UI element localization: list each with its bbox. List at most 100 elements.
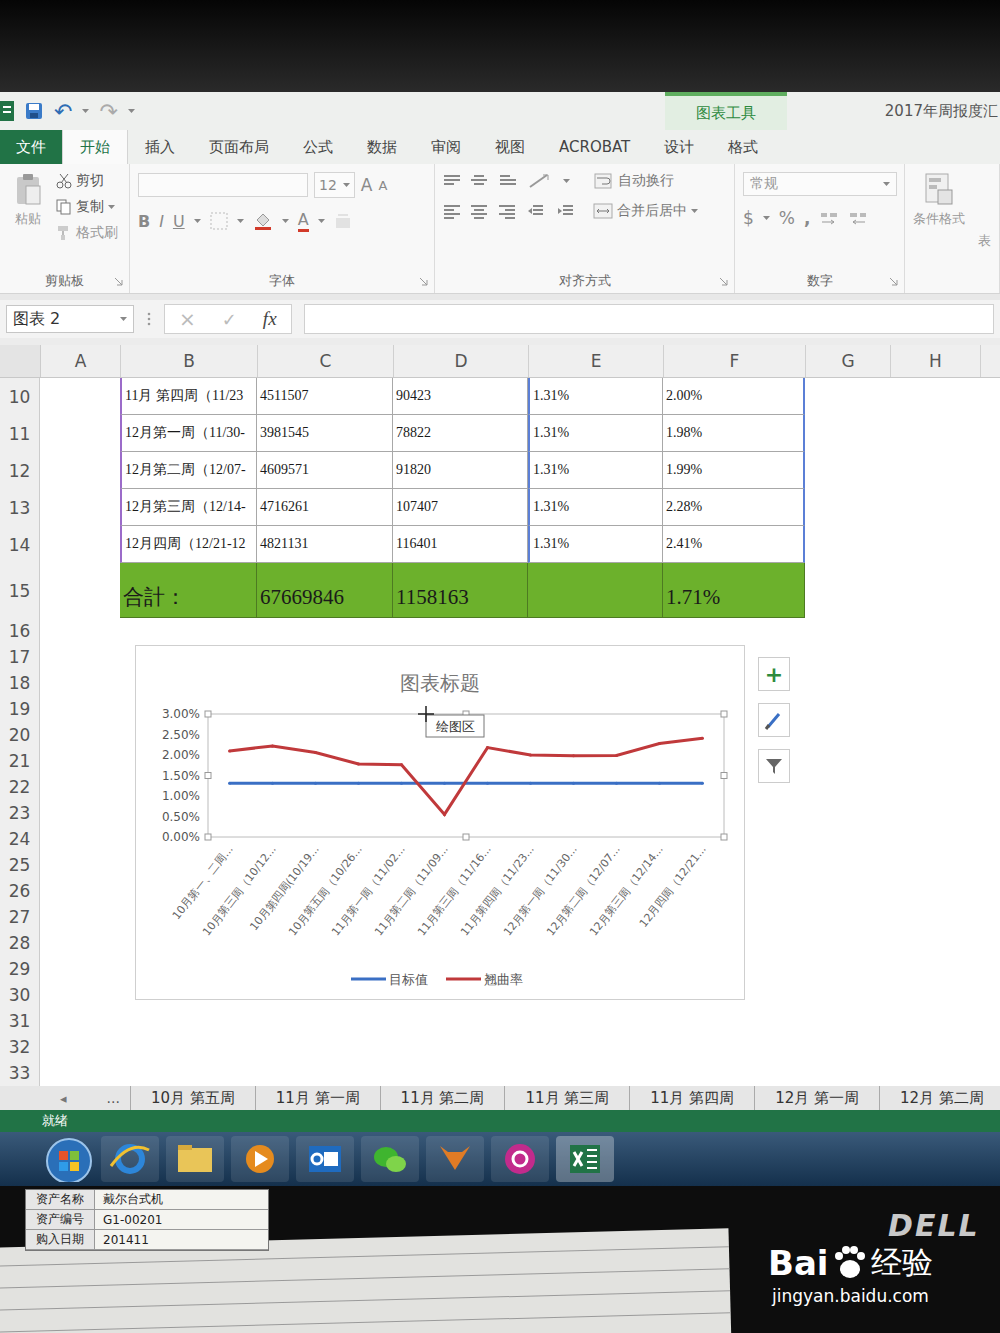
row-header[interactable]: 22 bbox=[0, 774, 40, 800]
cell[interactable]: 12月四周（12/21-12 bbox=[120, 526, 257, 563]
sheet-tab[interactable]: 11月 第三周 bbox=[504, 1086, 629, 1110]
cell[interactable] bbox=[805, 452, 890, 489]
percent-button[interactable]: % bbox=[779, 208, 795, 228]
data-point[interactable] bbox=[271, 782, 274, 785]
row-header[interactable]: 16 bbox=[0, 618, 40, 644]
row-header[interactable]: 13 bbox=[0, 489, 40, 526]
ribbon-tab[interactable]: 格式 bbox=[711, 130, 775, 164]
dropdown-arrow-icon[interactable] bbox=[563, 179, 570, 184]
row-header[interactable]: 26 bbox=[0, 878, 40, 904]
dialog-launcher-icon[interactable] bbox=[114, 277, 123, 286]
resize-handle[interactable] bbox=[721, 834, 727, 840]
cell[interactable] bbox=[40, 526, 120, 563]
chart-elements-button[interactable]: + bbox=[758, 657, 790, 691]
shrink-font-button[interactable]: A bbox=[378, 178, 387, 193]
taskbar-button[interactable] bbox=[166, 1136, 224, 1182]
save-icon[interactable] bbox=[24, 101, 44, 121]
chart-styles-button[interactable] bbox=[758, 703, 790, 737]
row-header[interactable]: 32 bbox=[0, 1034, 40, 1060]
data-point[interactable] bbox=[572, 782, 575, 785]
data-point[interactable] bbox=[443, 782, 446, 785]
row-header[interactable]: 25 bbox=[0, 852, 40, 878]
phonetic-icon[interactable] bbox=[334, 212, 352, 230]
row-header[interactable]: 17 bbox=[0, 644, 40, 670]
cell[interactable]: 2.28% bbox=[663, 489, 805, 526]
plot-area[interactable] bbox=[208, 714, 724, 837]
data-point[interactable] bbox=[357, 782, 360, 785]
data-point[interactable] bbox=[615, 754, 618, 757]
column-header[interactable]: C bbox=[258, 345, 394, 377]
dropdown-arrow-icon[interactable] bbox=[691, 209, 698, 214]
comma-button[interactable]: , bbox=[804, 208, 810, 228]
ribbon-tab[interactable]: 开始 bbox=[62, 130, 128, 164]
resize-handle[interactable] bbox=[205, 834, 211, 840]
cell[interactable] bbox=[805, 378, 890, 415]
increase-decimal-icon[interactable] bbox=[819, 210, 839, 226]
decrease-decimal-icon[interactable] bbox=[848, 210, 868, 226]
data-point[interactable] bbox=[615, 782, 618, 785]
resize-handle[interactable] bbox=[205, 773, 211, 779]
sheet-tab[interactable]: 11月 第二周 bbox=[380, 1086, 505, 1110]
cell[interactable]: 1.99% bbox=[663, 452, 805, 489]
cell[interactable]: 116401 bbox=[393, 526, 528, 563]
dropdown-arrow-icon[interactable] bbox=[120, 317, 127, 322]
column-header[interactable]: G bbox=[806, 345, 891, 377]
cell[interactable]: 1.31% bbox=[528, 378, 663, 415]
cell[interactable]: 107407 bbox=[393, 489, 528, 526]
cell[interactable]: 4511507 bbox=[257, 378, 393, 415]
dropdown-arrow-icon[interactable] bbox=[318, 219, 325, 224]
cell[interactable]: 1.31% bbox=[528, 489, 663, 526]
cell[interactable] bbox=[890, 489, 980, 526]
data-point[interactable] bbox=[400, 782, 403, 785]
conditional-format-button[interactable]: 条件格式 bbox=[913, 172, 965, 228]
cell[interactable]: 12月第三周（12/14- bbox=[120, 489, 257, 526]
dropdown-arrow-icon[interactable] bbox=[108, 205, 115, 210]
dropdown-arrow-icon[interactable] bbox=[282, 219, 289, 224]
cell[interactable]: 1.98% bbox=[663, 415, 805, 452]
cell[interactable]: 4716261 bbox=[257, 489, 393, 526]
select-all-corner[interactable] bbox=[0, 345, 41, 377]
ribbon-tab[interactable]: 公式 bbox=[286, 130, 350, 164]
orientation-icon[interactable] bbox=[527, 172, 553, 190]
align-bottom-icon[interactable] bbox=[499, 173, 517, 189]
row-header[interactable]: 10 bbox=[0, 378, 40, 415]
dropdown-arrow-icon[interactable] bbox=[763, 216, 770, 221]
bold-button[interactable]: B bbox=[138, 212, 150, 231]
cell[interactable] bbox=[40, 452, 120, 489]
cell[interactable] bbox=[890, 526, 980, 563]
data-point[interactable] bbox=[701, 782, 704, 785]
column-header[interactable]: F bbox=[664, 345, 806, 377]
cell[interactable] bbox=[40, 563, 120, 618]
taskbar-button[interactable] bbox=[491, 1136, 549, 1182]
data-point[interactable] bbox=[228, 782, 231, 785]
dropdown-arrow-icon[interactable] bbox=[194, 219, 201, 224]
cell[interactable]: 1.31% bbox=[528, 526, 663, 563]
cell[interactable]: 12月第二周（12/07- bbox=[120, 452, 257, 489]
sheet-tab[interactable]: 12月 第二周 bbox=[879, 1086, 1000, 1110]
cell[interactable]: 90423 bbox=[393, 378, 528, 415]
cell[interactable]: 1.31% bbox=[528, 452, 663, 489]
cell[interactable]: 2.00% bbox=[663, 378, 805, 415]
taskbar-button[interactable] bbox=[296, 1136, 354, 1182]
row-header[interactable]: 19 bbox=[0, 696, 40, 722]
insert-function-button[interactable]: fx bbox=[263, 308, 277, 330]
cell[interactable] bbox=[805, 489, 890, 526]
align-middle-icon[interactable] bbox=[471, 173, 489, 189]
cell[interactable]: 12月第一周（11/30- bbox=[120, 415, 257, 452]
fill-color-icon[interactable] bbox=[253, 211, 273, 231]
row-header[interactable]: 33 bbox=[0, 1060, 40, 1086]
dropdown-arrow-icon[interactable] bbox=[883, 182, 890, 187]
formula-input[interactable] bbox=[304, 304, 994, 334]
cell[interactable] bbox=[805, 415, 890, 452]
cell[interactable]: 11月 第四周（11/23 bbox=[120, 378, 257, 415]
data-point[interactable] bbox=[400, 763, 403, 766]
cell[interactable]: 78822 bbox=[393, 415, 528, 452]
cell[interactable]: 67669846 bbox=[257, 563, 393, 618]
cell[interactable] bbox=[890, 415, 980, 452]
name-box-value[interactable]: 图表 2 bbox=[13, 309, 60, 330]
data-point[interactable] bbox=[357, 763, 360, 766]
row-header[interactable]: 30 bbox=[0, 982, 40, 1008]
underline-button[interactable]: U bbox=[173, 212, 185, 231]
currency-button[interactable]: $ bbox=[743, 208, 754, 228]
paste-button[interactable]: 粘贴 bbox=[8, 172, 48, 269]
